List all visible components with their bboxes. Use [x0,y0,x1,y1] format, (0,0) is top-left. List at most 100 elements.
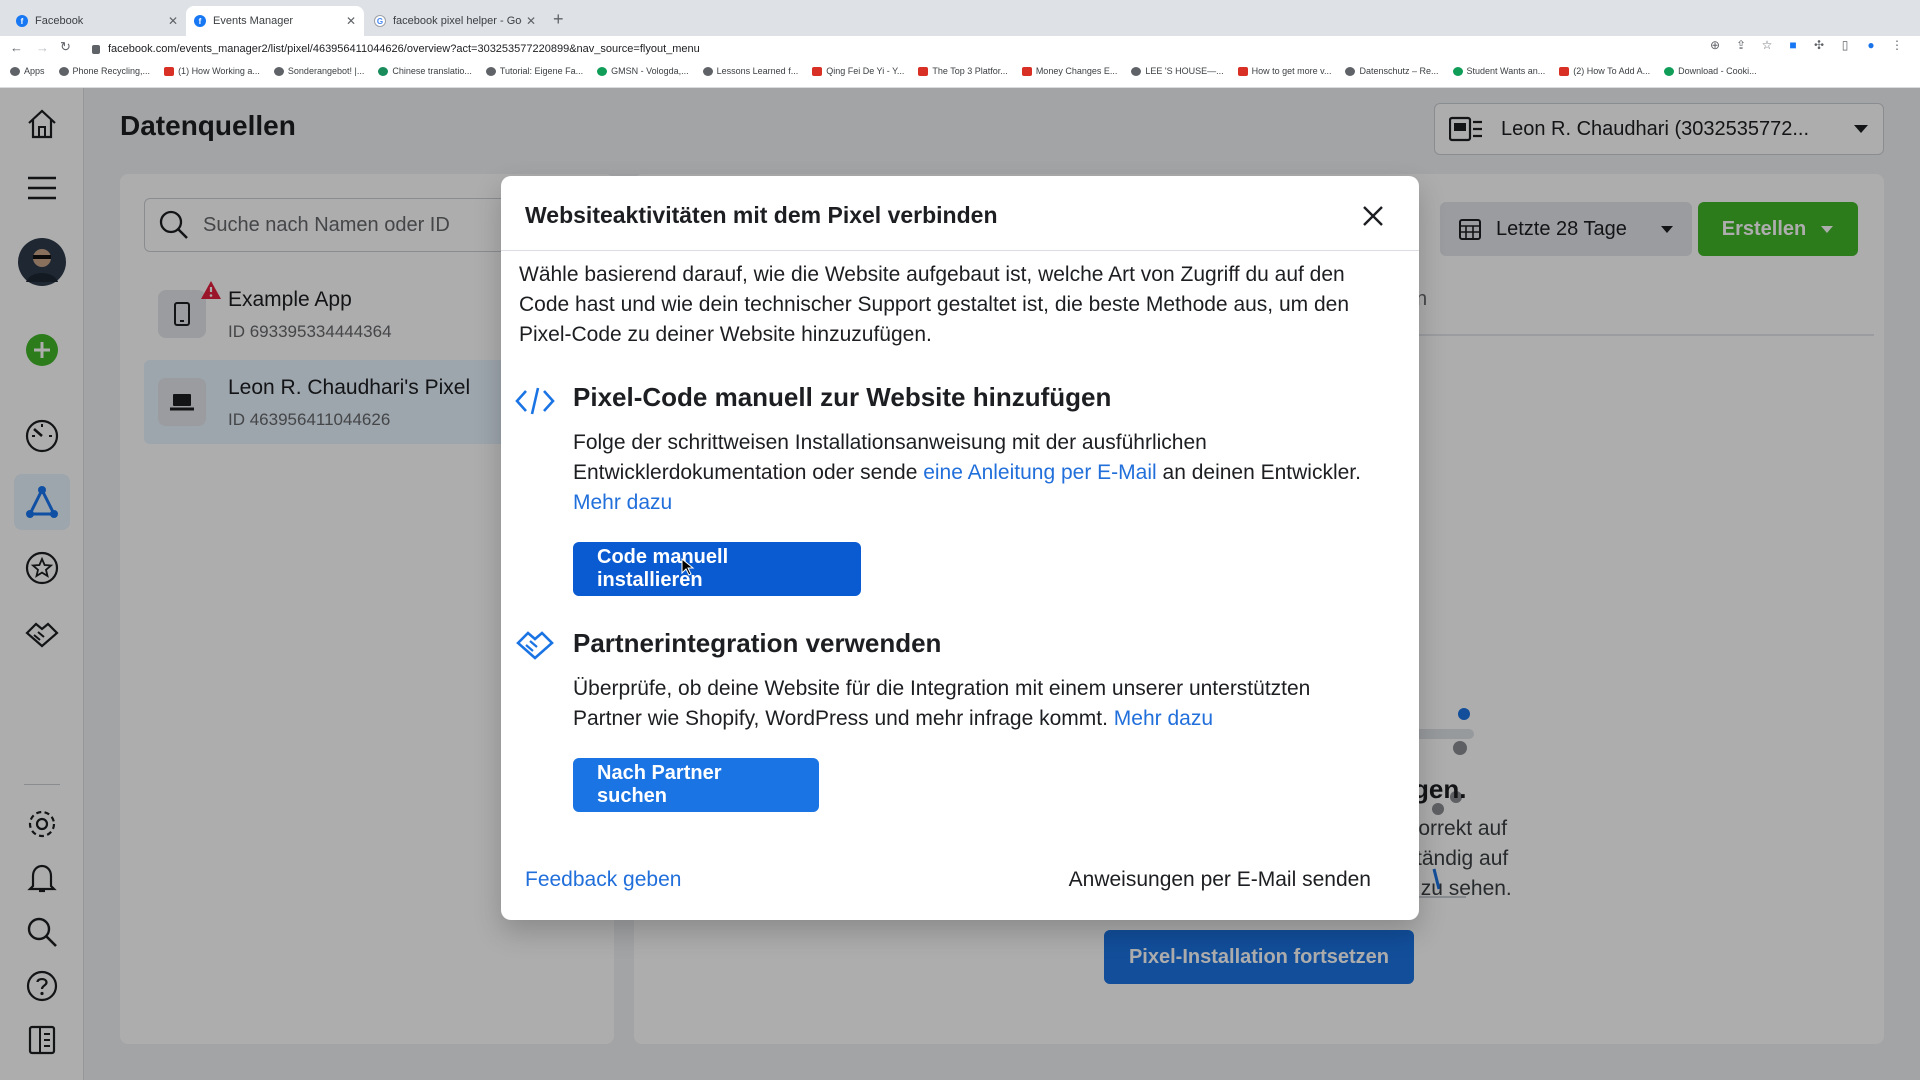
zoom-icon[interactable]: ⊕ [1708,38,1722,52]
option-manual-title: Pixel-Code manuell zur Website hinzufüge… [573,382,1112,412]
bookmark-label: Phone Recycling,... [72,66,151,76]
bookmark-label: Download - Cooki... [1678,66,1757,76]
bookmark-favicon-icon [273,66,284,76]
email-instructions-link[interactable]: eine Anleitung per E-Mail [923,461,1156,484]
bookmark-favicon-icon [702,66,713,76]
profile-icon[interactable]: ● [1864,38,1878,52]
bookmark-label: LEE 'S HOUSE—... [1145,66,1224,76]
install-code-manually-button[interactable]: Code manuell installieren [573,542,861,596]
learn-more-link[interactable]: Mehr dazu [573,491,672,514]
bookmark-item[interactable]: Apps [10,63,45,79]
bookmark-item[interactable]: LEE 'S HOUSE—... [1131,63,1224,79]
dialog-intro-text: Wähle basierend darauf, wie die Website … [519,263,1350,346]
bookmark-favicon-icon [485,66,496,76]
option-manual-description: Folge der schrittweisen Installationsanw… [573,428,1373,518]
bookmark-item[interactable]: (2) How To Add A... [1559,63,1650,79]
bookmark-label: Datenschutz – Re... [1359,66,1439,76]
bookmark-favicon-icon [1452,66,1463,76]
bookmark-item[interactable]: Student Wants an... [1452,63,1546,79]
star-icon[interactable]: ☆ [1760,38,1774,52]
address-bar: ← → ↻ facebook.com/events_manager2/list/… [0,36,1920,88]
google-icon: G [374,15,386,27]
close-icon [1363,206,1383,226]
bookmark-label: GMSN - Vologda,... [611,66,689,76]
apps-grid-icon [10,66,20,76]
facebook-icon: f [16,15,28,27]
menu-icon[interactable]: ⋮ [1890,38,1904,52]
bookmark-label: Money Changes E... [1035,66,1118,76]
browser-tab-events-manager[interactable]: f Events Manager ✕ [186,6,364,36]
bookmark-item[interactable]: Money Changes E... [1021,63,1118,79]
bookmark-favicon-icon [1237,66,1248,76]
bookmark-label: Apps [24,66,45,76]
sidebar-icon[interactable]: ▯ [1838,38,1852,52]
handshake-icon [516,631,554,660]
bookmark-label: How to get more v... [1251,66,1332,76]
option-partner-title: Partnerintegration verwenden [573,628,942,658]
code-icon [515,387,555,415]
bookmark-label: Lessons Learned f... [716,66,799,76]
new-tab-icon[interactable]: + [553,9,564,30]
browser-tab-facebook[interactable]: f Facebook ✕ [8,6,186,36]
bookmark-label: (1) How Working a... [178,66,260,76]
bookmark-favicon-icon [58,66,69,76]
bookmark-favicon-icon [918,66,929,76]
bookmark-label: Tutorial: Eigene Fa... [499,66,584,76]
send-instructions-by-email-link[interactable]: Anweisungen per E-Mail senden [1069,868,1371,892]
tab-title: Events Manager [213,15,294,27]
forward-icon[interactable]: → [36,40,49,55]
bookmark-item[interactable]: Datenschutz – Re... [1345,63,1439,79]
mouse-cursor-icon [681,558,695,576]
reload-icon[interactable]: ↻ [60,39,71,55]
facebook-extension-icon[interactable]: ■ [1786,38,1800,52]
bookmarks-bar: Apps Phone Recycling,... (1) How Working a… [10,63,1757,79]
bookmark-item[interactable]: Lessons Learned f... [702,63,799,79]
learn-more-link[interactable]: Mehr dazu [1114,707,1213,730]
bookmark-favicon-icon [1664,66,1675,76]
browser-extensions: ⊕ ⇪ ☆ ■ ✣ ▯ ● ⋮ [1708,38,1904,52]
bookmark-label: The Top 3 Platfor... [932,66,1008,76]
bookmark-item[interactable]: Qing Fei De Yi - Y... [812,63,904,79]
bookmark-favicon-icon [164,66,175,76]
bookmark-label: Student Wants an... [1466,66,1546,76]
puzzle-icon[interactable]: ✣ [1812,38,1826,52]
bookmark-item[interactable]: The Top 3 Platfor... [918,63,1008,79]
bookmark-favicon-icon [1021,66,1032,76]
bookmark-label: (2) How To Add A... [1573,66,1651,76]
bookmark-favicon-icon [378,66,389,76]
dialog-title: Websiteaktivitäten mit dem Pixel verbind… [525,202,998,228]
option-manual-text-2: an deinen Entwickler. [1156,461,1361,484]
close-icon[interactable]: ✕ [168,14,178,28]
close-icon[interactable]: ✕ [346,14,356,28]
url-field[interactable]: facebook.com/events_manager2/list/pixel/… [92,40,1712,58]
give-feedback-link[interactable]: Feedback geben [525,868,681,892]
tab-title: facebook pixel helper - Google [393,15,522,27]
bookmark-item[interactable]: Sonderangebot! |... [273,63,365,79]
bookmark-favicon-icon [597,66,608,76]
back-icon[interactable]: ← [10,40,23,55]
bookmark-item[interactable]: Chinese translatio... [378,63,472,79]
dialog-divider [501,250,1419,251]
bookmark-favicon-icon [1131,66,1142,76]
bookmark-item[interactable]: GMSN - Vologda,... [597,63,689,79]
facebook-icon: f [194,15,206,27]
bookmark-item[interactable]: (1) How Working a... [164,63,260,79]
connect-website-activity-dialog: Websiteaktivitäten mit dem Pixel verbind… [501,176,1419,920]
browser-tab-bar: f Facebook ✕ f Events Manager ✕ G facebo… [0,0,1920,36]
bookmark-favicon-icon [1559,66,1570,76]
bookmark-item[interactable]: Download - Cooki... [1664,63,1757,79]
close-icon[interactable]: ✕ [526,14,536,28]
bookmark-item[interactable]: How to get more v... [1237,63,1332,79]
bookmark-label: Chinese translatio... [392,66,472,76]
lock-icon [92,44,100,54]
search-partner-button[interactable]: Nach Partner suchen [573,758,819,812]
close-button[interactable] [1359,202,1387,230]
share-icon[interactable]: ⇪ [1734,38,1748,52]
bookmark-item[interactable]: Tutorial: Eigene Fa... [485,63,584,79]
bookmark-item[interactable]: Phone Recycling,... [58,63,151,79]
browser-tab-google[interactable]: G facebook pixel helper - Google ✕ [366,6,544,36]
bookmark-label: Qing Fei De Yi - Y... [826,66,905,76]
bookmark-favicon-icon [1345,66,1356,76]
bookmark-label: Sonderangebot! |... [287,66,365,76]
option-partner-description: Überprüfe, ob deine Website für die Inte… [573,674,1373,734]
